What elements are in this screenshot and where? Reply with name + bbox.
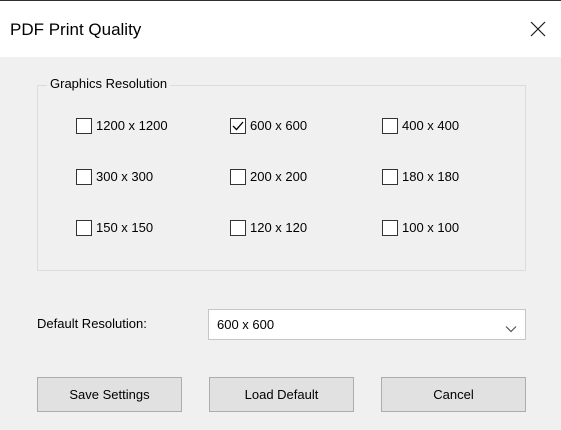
checkbox-box[interactable]: [382, 118, 398, 134]
checkbox-1200x1200[interactable]: 1200 x 1200: [76, 118, 168, 134]
chevron-down-icon[interactable]: [505, 320, 517, 338]
checkbox-box[interactable]: [76, 220, 92, 236]
dialog-title: PDF Print Quality: [10, 20, 142, 39]
checkbox-box[interactable]: [230, 169, 246, 185]
pdf-print-quality-dialog: PDF Print Quality Graphics Resolution 12…: [0, 0, 561, 430]
checkbox-box[interactable]: [76, 118, 92, 134]
title-bar: PDF Print Quality: [0, 1, 561, 57]
load-default-button[interactable]: Load Default: [209, 377, 354, 412]
checkbox-400x400[interactable]: 400 x 400: [382, 118, 459, 134]
graphics-resolution-legend: Graphics Resolution: [47, 75, 171, 93]
checkbox-box[interactable]: [76, 169, 92, 185]
checkbox-120x120[interactable]: 120 x 120: [230, 220, 307, 236]
checkbox-100x100[interactable]: 100 x 100: [382, 220, 459, 236]
checkbox-label: 300 x 300: [96, 169, 154, 184]
checkbox-label: 180 x 180: [402, 169, 460, 184]
checkbox-label: 100 x 100: [402, 220, 460, 235]
checkbox-box[interactable]: [382, 220, 398, 236]
checkbox-label: 200 x 200: [250, 169, 308, 184]
default-resolution-select[interactable]: 600 x 600: [208, 309, 526, 340]
checkbox-150x150[interactable]: 150 x 150: [76, 220, 153, 236]
checkbox-label: 400 x 400: [402, 118, 460, 133]
checkbox-box[interactable]: [230, 220, 246, 236]
checkbox-box[interactable]: [230, 118, 246, 134]
default-resolution-label: Default Resolution:: [37, 316, 147, 331]
checkbox-label: 120 x 120: [250, 220, 308, 235]
close-button[interactable]: [515, 1, 561, 57]
checkbox-300x300[interactable]: 300 x 300: [76, 169, 153, 185]
checkbox-label: 150 x 150: [96, 220, 154, 235]
checkbox-180x180[interactable]: 180 x 180: [382, 169, 459, 185]
checkbox-200x200[interactable]: 200 x 200: [230, 169, 307, 185]
cancel-button[interactable]: Cancel: [381, 377, 526, 412]
checkbox-600x600[interactable]: 600 x 600: [230, 118, 307, 134]
close-icon: [530, 21, 546, 37]
checkbox-box[interactable]: [382, 169, 398, 185]
save-settings-button[interactable]: Save Settings: [37, 377, 182, 412]
checkbox-label: 600 x 600: [250, 118, 308, 133]
default-resolution-value: 600 x 600: [217, 317, 275, 332]
checkbox-label: 1200 x 1200: [96, 118, 168, 133]
